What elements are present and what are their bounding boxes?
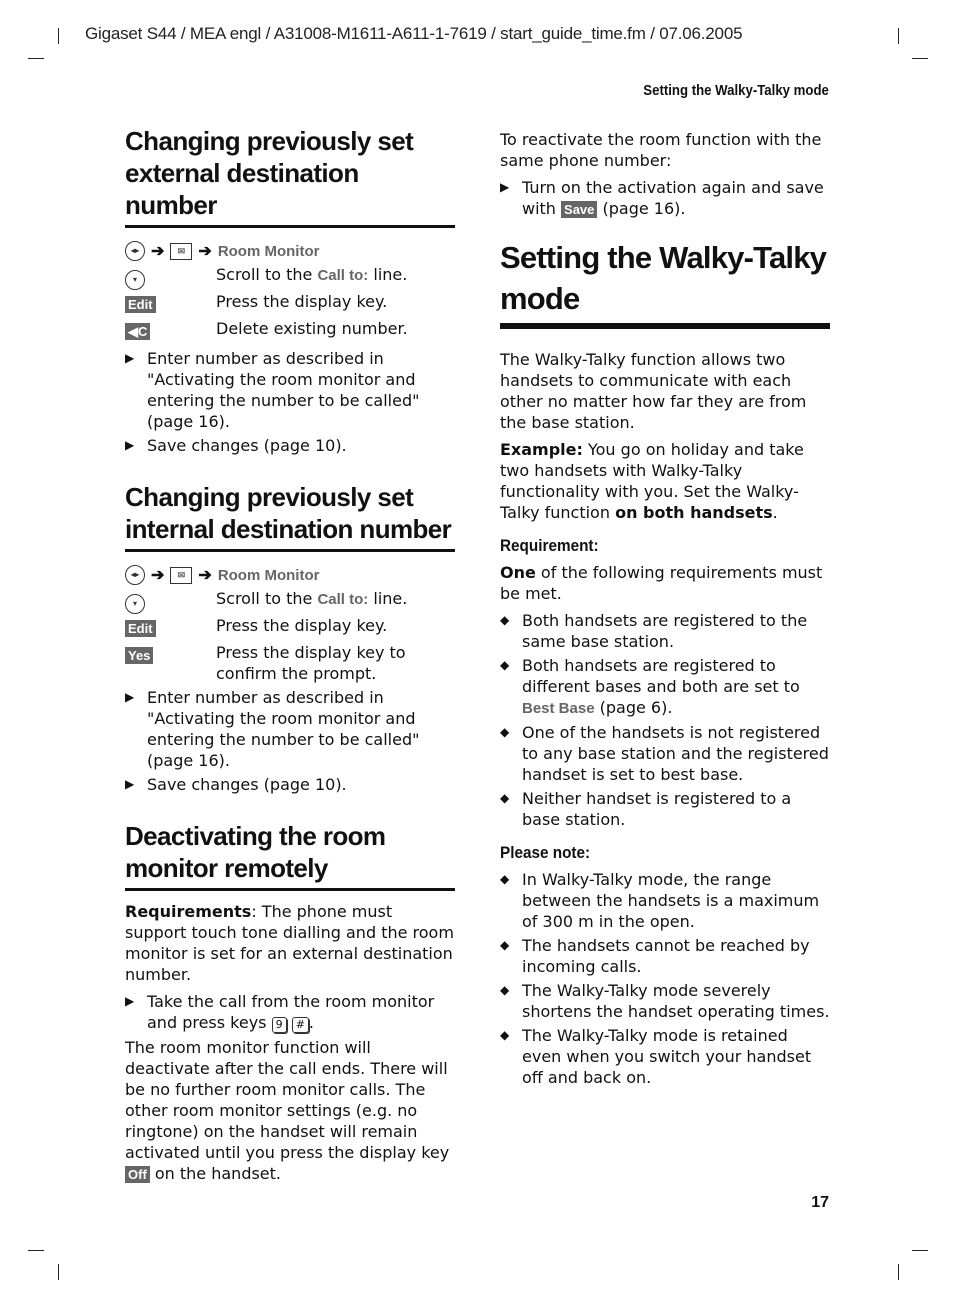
step-text: Press the display key.: [216, 616, 388, 635]
arrow-icon: ➔: [198, 242, 212, 260]
key-9-icon: 9: [271, 1017, 287, 1033]
example-paragraph: Example: You go on holiday and take two …: [500, 440, 804, 522]
ui-term: Call to:: [317, 267, 369, 284]
menu-path: ◂▸ ➔ ✉ ➔ Room Monitor: [125, 562, 455, 588]
running-head: Setting the Walky-Talky mode: [643, 82, 829, 99]
walky-talky-description: The Walky-Talky function allows two hand…: [500, 350, 807, 432]
arrow-icon: ➔: [151, 242, 165, 260]
triangle-bullet-icon: ▶: [125, 351, 135, 365]
diamond-bullet-icon: ◆: [500, 1028, 510, 1042]
note-heading: Please note:: [500, 843, 591, 862]
step-text: Delete existing number.: [216, 319, 408, 338]
crop-mark: [28, 58, 44, 59]
clear-key-icon: ◀C: [125, 323, 151, 340]
step-text: line.: [368, 589, 408, 608]
step-text: Scroll to the: [216, 589, 318, 608]
crop-mark: [912, 1250, 928, 1251]
right-column: To reactivate the room function with the…: [500, 125, 830, 1091]
nav-key-down-icon: ▾: [125, 594, 145, 614]
diamond-bullet-icon: ◆: [500, 872, 510, 886]
arrow-icon: ➔: [198, 566, 212, 584]
envelope-menu-icon: ✉: [170, 242, 193, 260]
left-column: Changing previously set external destina…: [125, 125, 455, 1190]
list-item: ▶ Save changes (page 10).: [125, 436, 347, 455]
section-title-deactivate: Deactivating the room monitor remotely: [125, 820, 455, 891]
display-key-yes: Yes: [125, 647, 154, 664]
list-item: ◆ The handsets cannot be reached by incom…: [500, 936, 810, 976]
requirement-heading: Requirement:: [500, 536, 599, 555]
triangle-bullet-icon: ▶: [500, 180, 510, 194]
crop-mark: [28, 1250, 44, 1251]
diamond-bullet-icon: ◆: [500, 938, 510, 952]
list-item: ◆ The Walky-Talky mode severely shortens …: [500, 981, 830, 1021]
page-title: Setting the Walky-Talky mode: [500, 237, 830, 329]
step-row: Edit Press the display key.: [125, 291, 455, 318]
crop-mark: [898, 1264, 899, 1280]
nav-key-icon: ◂▸: [125, 565, 145, 585]
step-text: Press the display key to confirm the pro…: [216, 643, 406, 683]
list-item: ◆ In Walky-Talky mode, the range between …: [500, 870, 820, 931]
display-key-off: Off: [125, 1166, 150, 1183]
key-hash-icon: #: [291, 1017, 309, 1033]
crop-mark: [898, 28, 899, 44]
arrow-icon: ➔: [151, 566, 165, 584]
section-title-external: Changing previously set external destina…: [125, 125, 455, 228]
list-item: ▶ Take the call from the room monitor and…: [125, 992, 435, 1033]
triangle-bullet-icon: ▶: [125, 438, 135, 452]
list-item: ◆ Both handsets are registered to the sam…: [500, 611, 808, 651]
list-item: ◆ One of the handsets is not registered t…: [500, 723, 829, 784]
reactivate-intro: To reactivate the room function with the…: [500, 130, 822, 170]
list-item: ▶ Turn on the activation again and save w…: [500, 178, 824, 218]
display-key-edit: Edit: [125, 296, 156, 313]
diamond-bullet-icon: ◆: [500, 983, 510, 997]
diamond-bullet-icon: ◆: [500, 725, 510, 739]
nav-key-down-icon: ▾: [125, 270, 145, 290]
document-meta: Gigaset S44 / MEA engl / A31008-M1611-A6…: [85, 24, 743, 43]
list-item: ◆ Both handsets are registered to differe…: [500, 656, 800, 717]
list-item: ◆ Neither handset is registered to a base…: [500, 789, 792, 829]
diamond-bullet-icon: ◆: [500, 791, 510, 805]
list-item: ◆ The Walky-Talky mode is retained even w…: [500, 1026, 812, 1087]
step-row: Edit Press the display key.: [125, 615, 455, 642]
crop-mark: [912, 58, 928, 59]
list-item: ▶ Enter number as described in "Activatin…: [125, 349, 420, 431]
deactivate-paragraph: The room monitor function will deactivat…: [125, 1038, 450, 1183]
triangle-bullet-icon: ▶: [125, 690, 135, 704]
step-text: Press the display key.: [216, 292, 388, 311]
list-item: ▶ Enter number as described in "Activatin…: [125, 688, 420, 770]
section-title-internal: Changing previously set internal destina…: [125, 481, 455, 552]
menu-path: ◂▸ ➔ ✉ ➔ Room Monitor: [125, 238, 455, 264]
menu-target: Room Monitor: [217, 242, 320, 260]
step-row: ▾ Scroll to the Call to: line.: [125, 264, 455, 291]
nav-key-icon: ◂▸: [125, 241, 145, 261]
crop-mark: [58, 1264, 59, 1280]
step-text: Scroll to the: [216, 265, 318, 284]
ui-term: Call to:: [317, 591, 369, 608]
step-row: Yes Press the display key to confirm the…: [125, 642, 455, 684]
triangle-bullet-icon: ▶: [125, 994, 135, 1008]
triangle-bullet-icon: ▶: [125, 777, 135, 791]
step-row: ▾ Scroll to the Call to: line.: [125, 588, 455, 615]
diamond-bullet-icon: ◆: [500, 658, 510, 672]
step-row: ◀C Delete existing number.: [125, 318, 455, 345]
crop-mark: [58, 28, 59, 44]
requirements-text: Requirements: The phone must support tou…: [125, 902, 454, 984]
diamond-bullet-icon: ◆: [500, 613, 510, 627]
step-text: line.: [368, 265, 408, 284]
envelope-menu-icon: ✉: [170, 566, 193, 584]
menu-target: Room Monitor: [217, 566, 320, 584]
display-key-edit: Edit: [125, 620, 156, 637]
display-key-save: Save: [561, 201, 598, 218]
page-number: 17: [811, 1194, 829, 1211]
list-item: ▶ Save changes (page 10).: [125, 775, 347, 794]
requirement-intro: One of the following requirements must b…: [500, 563, 823, 603]
